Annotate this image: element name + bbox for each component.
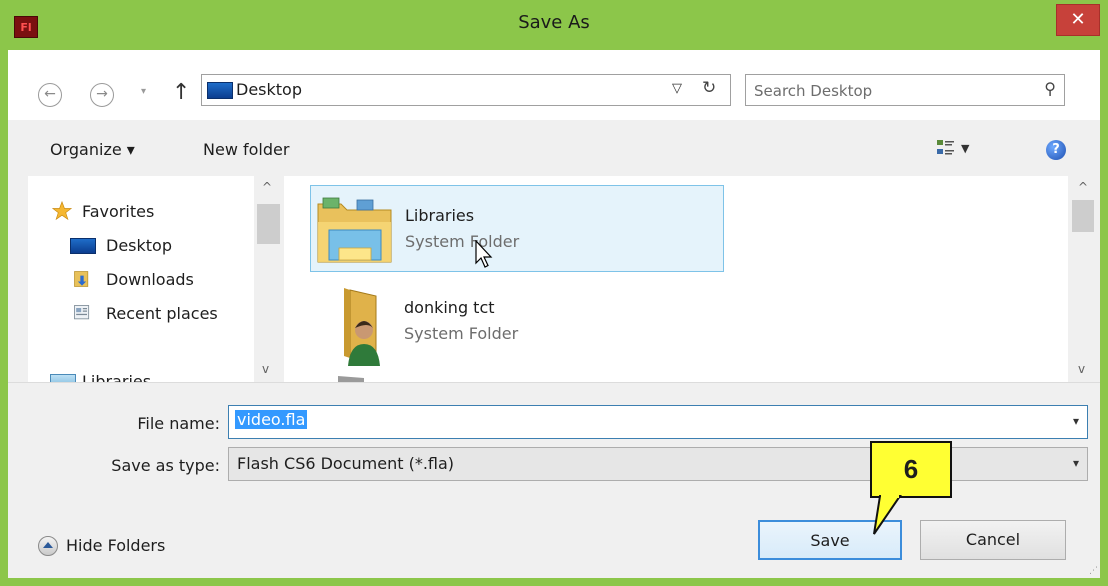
save-type-dropdown-icon[interactable]: ▾ <box>1073 456 1079 470</box>
collapse-up-icon <box>38 536 58 556</box>
nav-item-label: Libraries <box>82 372 152 382</box>
scroll-up-icon[interactable]: ^ <box>262 180 272 194</box>
new-folder-button[interactable]: New folder <box>203 140 289 159</box>
desktop-icon <box>207 82 233 99</box>
help-icon[interactable]: ? <box>1046 140 1066 160</box>
window-title: Save As <box>518 12 590 33</box>
recent-locations-chevron-icon[interactable]: ▾ <box>141 86 146 97</box>
nav-item-label: Downloads <box>106 270 194 289</box>
nav-item-libraries[interactable]: Libraries <box>28 366 228 382</box>
recent-places-icon <box>74 305 90 320</box>
address-bar[interactable]: Desktop ▽ ↻ <box>201 74 731 106</box>
save-type-label: Save as type: <box>111 456 220 475</box>
search-box[interactable]: ⚲ <box>745 74 1065 106</box>
address-row: ← → ▾ ↑ Desktop ▽ ↻ ⚲ <box>8 50 1100 120</box>
partial-file-icon <box>338 376 364 382</box>
desktop-icon <box>70 238 96 254</box>
downloads-icon <box>74 271 89 287</box>
back-icon[interactable]: ← <box>38 83 62 107</box>
file-type: System Folder <box>404 324 519 343</box>
nav-item-label: Desktop <box>106 236 172 255</box>
search-input[interactable] <box>754 79 1024 103</box>
resize-grip-icon[interactable]: ⋰ <box>1089 566 1098 576</box>
nav-item-favorites[interactable]: Favorites <box>28 196 228 226</box>
file-name-field[interactable]: video.fla ▾ <box>228 405 1088 439</box>
scrollbar-thumb[interactable] <box>257 204 280 244</box>
nav-item-downloads[interactable]: Downloads <box>28 264 228 294</box>
scroll-down-icon[interactable]: v <box>262 362 269 376</box>
organize-button[interactable]: Organize ▾ <box>50 140 135 159</box>
libraries-icon <box>50 374 76 382</box>
cancel-button[interactable]: Cancel <box>920 520 1066 560</box>
libraries-folder-icon <box>317 197 392 263</box>
file-list-scrollbar[interactable]: ^ v <box>1068 176 1100 382</box>
view-options-chevron-icon[interactable]: ▼ <box>961 142 969 155</box>
scrollbar-thumb[interactable] <box>1072 200 1094 232</box>
save-type-select[interactable]: Flash CS6 Document (*.fla) ▾ <box>228 447 1088 481</box>
refresh-icon[interactable]: ↻ <box>702 78 716 98</box>
scroll-up-icon[interactable]: ^ <box>1078 180 1088 194</box>
file-item-user-folder[interactable]: donking tct System Folder <box>310 280 724 367</box>
forward-icon[interactable]: → <box>90 83 114 107</box>
file-name-label: File name: <box>137 414 220 433</box>
file-name-value[interactable]: video.fla <box>235 410 308 429</box>
nav-item-label: Recent places <box>106 304 218 323</box>
user-folder-icon <box>344 288 380 366</box>
file-type: System Folder <box>405 232 520 251</box>
save-as-dialog: Fl Save As ✕ ← → ▾ ↑ Desktop ▽ ↻ ⚲ Organ… <box>0 0 1108 586</box>
file-name: Libraries <box>405 206 475 225</box>
nav-item-desktop[interactable]: Desktop <box>28 230 228 260</box>
up-arrow-icon[interactable]: ↑ <box>172 80 190 105</box>
navigation-pane: Favorites Desktop Downloads Recent place… <box>28 176 254 382</box>
save-type-value: Flash CS6 Document (*.fla) <box>237 454 455 473</box>
address-path[interactable]: Desktop <box>236 80 302 99</box>
star-icon <box>51 201 73 221</box>
close-button[interactable]: ✕ <box>1056 4 1100 36</box>
file-list: Libraries System Folder donking tct Syst… <box>284 176 1068 382</box>
step-callout: 6 <box>870 441 952 498</box>
address-dropdown-icon[interactable]: ▽ <box>672 81 682 96</box>
file-item-libraries[interactable]: Libraries System Folder <box>310 185 724 272</box>
file-name: donking tct <box>404 298 495 317</box>
nav-item-label: Favorites <box>82 202 155 221</box>
nav-item-recent-places[interactable]: Recent places <box>28 298 238 328</box>
change-view-icon[interactable] <box>936 138 956 158</box>
search-icon[interactable]: ⚲ <box>1044 79 1056 98</box>
navigation-scrollbar[interactable]: ^ v <box>254 176 284 382</box>
hide-folders-label: Hide Folders <box>66 536 166 555</box>
mouse-cursor-icon <box>475 240 493 268</box>
callout-pointer <box>873 494 902 535</box>
file-name-dropdown-icon[interactable]: ▾ <box>1073 414 1079 428</box>
scroll-down-icon[interactable]: v <box>1078 362 1085 376</box>
command-bar: Organize ▾ New folder ▼ ? <box>8 120 1100 176</box>
